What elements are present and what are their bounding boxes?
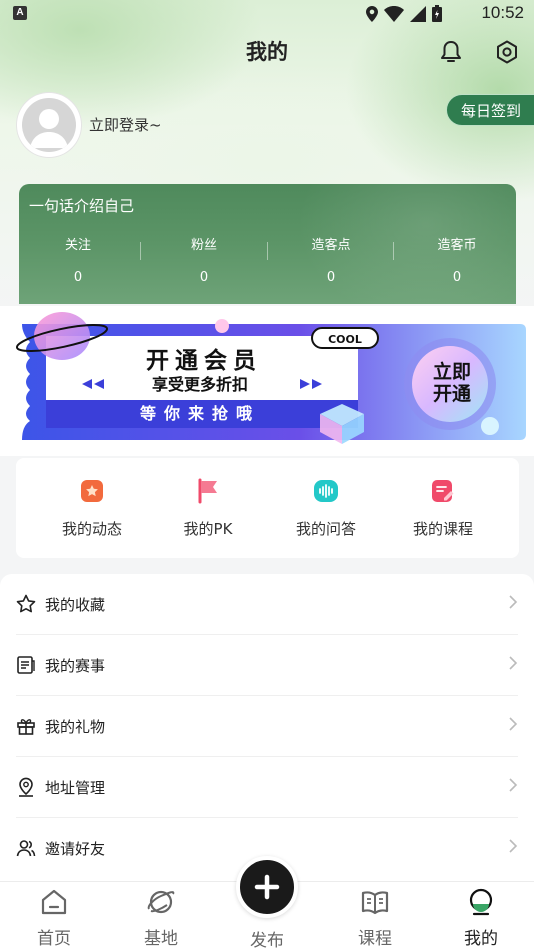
chevron-right-icon <box>509 595 518 609</box>
menu-item-label: 地址管理 <box>45 779 106 797</box>
stat-label: 造客币 <box>437 238 477 253</box>
signal-icon <box>410 5 426 22</box>
divider <box>267 242 268 260</box>
banner-button-line1: 立即 <box>433 360 471 383</box>
status-icons <box>366 5 442 22</box>
menu-item-label: 我的收藏 <box>45 596 106 614</box>
book-icon <box>361 891 389 915</box>
quick-action-label: 我的问答 <box>295 520 356 538</box>
banner-subline: 享受更多折扣 <box>152 375 248 394</box>
wifi-icon <box>384 5 404 22</box>
tab-courses[interactable]: 课程 <box>335 888 415 949</box>
default-avatar-icon <box>22 98 76 152</box>
clock: 10:52 <box>481 3 524 22</box>
membership-banner-art: COOL 开通会员 享受更多折扣 等你来抢哦 立即 开通 <box>15 312 526 444</box>
membership-banner[interactable]: COOL 开通会员 享受更多折扣 等你来抢哦 立即 开通 <box>0 306 534 456</box>
quick-my-pk[interactable]: 我的PK <box>153 478 263 539</box>
home-icon <box>41 889 67 915</box>
menu-item-label: 我的赛事 <box>45 657 106 675</box>
quick-my-qa[interactable]: 我的问答 <box>271 478 381 539</box>
tab-home[interactable]: 首页 <box>14 888 94 949</box>
profile-face-icon <box>469 888 493 916</box>
planet-icon <box>147 890 175 914</box>
tab-base[interactable]: 基地 <box>121 888 201 949</box>
status-bar: A 10:52 <box>0 0 534 28</box>
stat-following[interactable]: 关注 0 <box>19 234 138 285</box>
quick-actions: 我的动态 我的PK 我的问答 我的课程 <box>16 458 519 558</box>
bio-text[interactable]: 一句话介绍自己 <box>29 195 134 216</box>
settings-menu: 我的收藏 我的赛事 我的礼物 地址管理 邀请好友 <box>0 574 534 884</box>
cool-badge: COOL <box>328 333 362 346</box>
stat-value: 0 <box>452 270 462 285</box>
users-icon <box>16 840 36 857</box>
publish-button[interactable] <box>236 856 298 918</box>
menu-item-label: 邀请好友 <box>45 840 106 858</box>
plus-icon <box>254 874 280 900</box>
stat-label: 关注 <box>64 238 91 253</box>
voice-wave-icon <box>314 480 338 502</box>
carrier-icon: A <box>13 6 27 20</box>
quick-my-courses[interactable]: 我的课程 <box>388 478 498 539</box>
star-icon <box>16 594 36 613</box>
banner-tagline: 等你来抢哦 <box>139 404 260 423</box>
stat-value: 0 <box>199 270 209 285</box>
stat-label: 粉丝 <box>190 238 217 253</box>
tab-label: 我的 <box>464 929 498 949</box>
location-pin-icon <box>366 5 378 22</box>
gift-icon <box>17 719 35 735</box>
edit-note-icon <box>432 480 454 502</box>
quick-action-label: 我的动态 <box>61 520 122 538</box>
divider <box>393 242 394 260</box>
quick-my-posts[interactable]: 我的动态 <box>37 478 147 539</box>
menu-item-gifts[interactable]: 我的礼物 <box>16 696 518 757</box>
avatar[interactable] <box>17 93 81 157</box>
notification-bell-icon[interactable] <box>440 40 462 68</box>
chevron-right-icon <box>509 778 518 792</box>
stat-coins[interactable]: 造客币 0 <box>397 234 516 285</box>
chevron-right-icon <box>509 839 518 853</box>
location-icon <box>19 777 33 797</box>
tab-label: 首页 <box>37 929 71 949</box>
publish-label[interactable]: 发布 <box>228 926 306 950</box>
menu-item-address[interactable]: 地址管理 <box>16 757 518 818</box>
star-badge-icon <box>81 480 103 502</box>
quick-action-label: 我的PK <box>183 520 233 538</box>
menu-item-label: 我的礼物 <box>45 718 106 736</box>
flag-icon <box>198 478 217 504</box>
login-link[interactable]: 立即登录~ <box>89 114 162 135</box>
menu-item-favorites[interactable]: 我的收藏 <box>16 574 518 635</box>
tab-label: 基地 <box>144 929 178 949</box>
battery-icon <box>432 5 442 22</box>
chevron-right-icon <box>509 656 518 670</box>
quick-action-label: 我的课程 <box>412 520 473 538</box>
stat-fans[interactable]: 粉丝 0 <box>144 234 264 285</box>
stat-label: 造客点 <box>311 238 351 253</box>
stats-card: 一句话介绍自己 关注 0 粉丝 0 造客点 0 造客币 0 <box>19 184 516 304</box>
stat-value: 0 <box>73 270 83 285</box>
settings-icon[interactable] <box>495 40 519 68</box>
document-icon <box>17 656 35 674</box>
divider <box>140 242 141 260</box>
stat-value: 0 <box>326 270 336 285</box>
daily-checkin-button[interactable]: 每日签到 <box>446 94 534 126</box>
menu-item-events[interactable]: 我的赛事 <box>16 635 518 696</box>
tab-label: 课程 <box>358 929 392 949</box>
banner-headline: 开通会员 <box>146 347 262 374</box>
tab-mine[interactable]: 我的 <box>441 888 521 949</box>
banner-button-line2: 开通 <box>433 383 472 405</box>
stat-points[interactable]: 造客点 0 <box>271 234 391 285</box>
chevron-right-icon <box>509 717 518 731</box>
